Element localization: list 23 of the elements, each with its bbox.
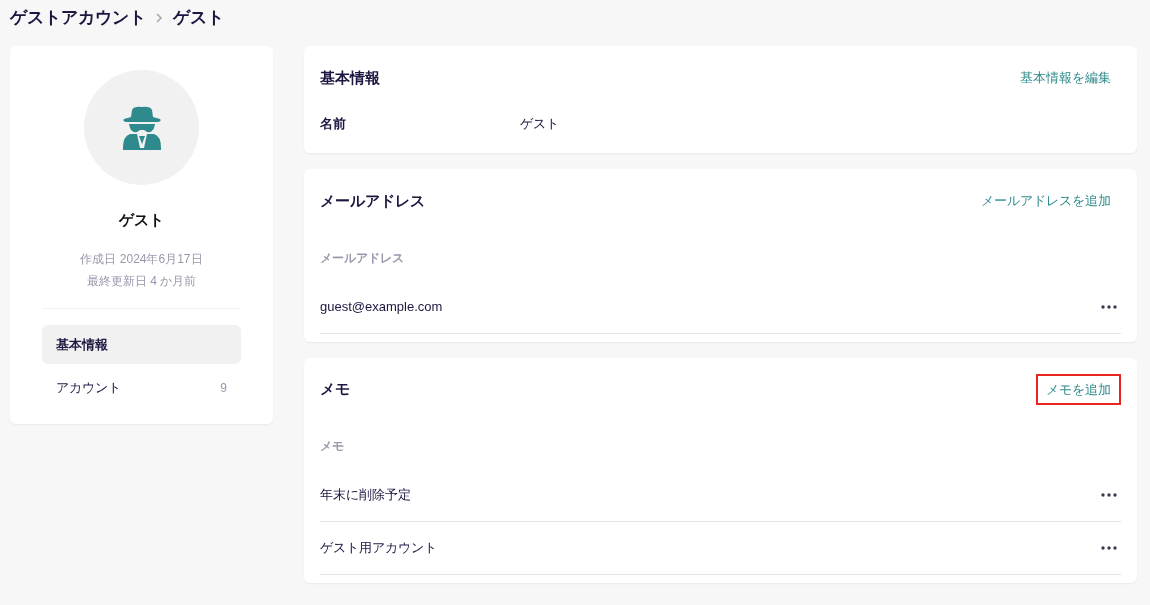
updated-date: 最終更新日 4 か月前 <box>85 272 198 290</box>
field-label: 名前 <box>320 114 347 133</box>
list-label: メールアドレス <box>320 249 405 267</box>
section-title: メモ <box>320 379 350 399</box>
sidebar-item[interactable]: 基本情報 <box>42 324 241 364</box>
breadcrumb-item: ゲスト <box>173 7 224 30</box>
action-link[interactable]: メモを追加 <box>1036 373 1121 405</box>
list-item-text: 年末に削除予定 <box>320 486 411 505</box>
field-value: ゲスト <box>520 114 559 133</box>
section-title: メールアドレス <box>320 190 425 211</box>
chevron-icon <box>156 13 163 23</box>
sidebar-item[interactable]: アカウント 9 <box>42 368 241 408</box>
profile-name: ゲスト <box>118 210 165 230</box>
list-label: メモ <box>320 438 345 455</box>
list-item-text: ゲスト用アカウント <box>320 539 437 558</box>
action-link[interactable]: 基本情報を編集 <box>1010 62 1121 94</box>
list-item-text: guest@example.com <box>320 297 443 316</box>
item-count: 9 <box>220 379 227 397</box>
section-title: 基本情報 <box>320 67 380 88</box>
breadcrumb-item[interactable]: ゲストアカウント <box>10 5 146 31</box>
spy-icon <box>121 105 162 150</box>
created-date: 作成日 2024年6月17日 <box>79 250 204 268</box>
action-link[interactable]: メールアドレスを追加 <box>971 185 1121 217</box>
